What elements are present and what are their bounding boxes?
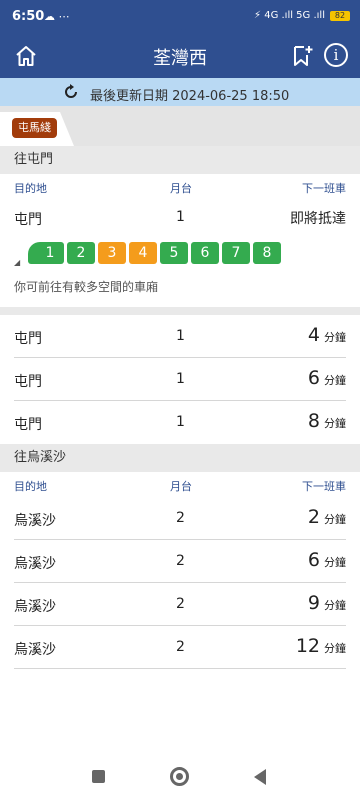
section-header-tuen-mun: 往屯門	[0, 146, 360, 174]
destination: 烏溪沙	[14, 642, 56, 658]
col-platform: 月台	[170, 480, 192, 493]
refresh-icon[interactable]	[62, 83, 80, 105]
train-row: 烏溪沙 2 6 分鐘	[14, 540, 346, 583]
column-headers: 目的地 月台 下一班車	[0, 176, 360, 196]
info-icon[interactable]: i	[324, 43, 348, 67]
section-header-wu-kai-sha: 往烏溪沙	[0, 444, 360, 472]
train-row: 烏溪沙 2 9 分鐘	[14, 583, 346, 626]
divider	[0, 307, 360, 315]
eta-unit: 分鐘	[324, 513, 346, 526]
col-destination: 目的地	[14, 480, 47, 493]
eta: 即將抵達	[290, 205, 346, 227]
train-row: 屯門 1 即將抵達	[14, 196, 346, 239]
col-next-train: 下一班車	[302, 182, 346, 195]
col-next-train: 下一班車	[302, 480, 346, 493]
col-platform: 月台	[170, 182, 192, 195]
signal-icons: ⚡ 4G .ıll 5G .ıll	[254, 10, 325, 21]
eta-minutes: 12	[295, 635, 320, 657]
eta: 4 分鐘	[308, 324, 346, 346]
col-destination: 目的地	[14, 182, 47, 195]
home-button[interactable]	[170, 767, 189, 786]
status-notification-icons: ☁ ⋯	[44, 10, 70, 23]
column-headers: 目的地 月台 下一班車	[0, 474, 360, 494]
line-tab-strip: 屯馬綫	[0, 106, 360, 146]
eta-minutes: 9	[307, 592, 320, 614]
destination: 烏溪沙	[14, 556, 56, 572]
eta-unit: 分鐘	[324, 331, 346, 344]
destination: 烏溪沙	[14, 599, 56, 615]
status-right-icons: ⚡ 4G .ıll 5G .ıll 82	[254, 10, 350, 21]
platform: 2	[176, 639, 185, 655]
update-bar: 最後更新日期 2024-06-25 18:50	[0, 78, 360, 106]
platform: 1	[176, 209, 185, 225]
eta-minutes: 6	[307, 549, 320, 571]
eta: 6 分鐘	[308, 367, 346, 389]
eta: 6 分鐘	[308, 549, 346, 571]
bookmark-add-icon[interactable]	[290, 44, 314, 72]
eta: 9 分鐘	[308, 592, 346, 614]
car-4: 4	[129, 242, 157, 264]
platform: 2	[176, 553, 185, 569]
car-hint-text: 你可前往有較多空間的車廂	[14, 280, 159, 294]
destination: 烏溪沙	[14, 513, 56, 529]
eta-unit: 分鐘	[324, 556, 346, 569]
eta-minutes: 2	[307, 506, 320, 528]
platform: 1	[176, 328, 185, 344]
eta-unit: 分鐘	[324, 417, 346, 430]
car-6: 6	[191, 242, 219, 264]
system-nav-bar	[0, 756, 360, 800]
direction-arrow-icon: ◢	[14, 258, 21, 267]
eta: 8 分鐘	[308, 410, 346, 432]
status-bar: 6:50 ☁ ⋯ ⚡ 4G .ıll 5G .ıll 82	[0, 0, 360, 34]
battery-icon: 82	[330, 10, 350, 21]
eta-minutes: 6	[307, 367, 320, 389]
car-7: 7	[222, 242, 250, 264]
line-badge[interactable]: 屯馬綫	[12, 118, 57, 138]
platform: 1	[176, 371, 185, 387]
platform: 2	[176, 510, 185, 526]
back-button[interactable]	[254, 769, 266, 785]
car-1: 1	[28, 242, 64, 264]
platform: 1	[176, 414, 185, 430]
train-row: 烏溪沙 2 2 分鐘	[14, 497, 346, 540]
train-row: 屯門 1 6 分鐘	[14, 358, 346, 401]
app-bar: 荃灣西 i	[0, 34, 360, 78]
destination: 屯門	[14, 212, 42, 228]
destination: 屯門	[14, 417, 42, 433]
eta-unit: 分鐘	[324, 374, 346, 387]
eta-minutes: 4	[307, 324, 320, 346]
status-time: 6:50	[12, 9, 45, 24]
platform: 2	[176, 596, 185, 612]
train-row: 屯門 1 4 分鐘	[14, 315, 346, 358]
train-row: 屯門 1 8 分鐘	[14, 401, 346, 444]
eta: 2 分鐘	[308, 506, 346, 528]
car-2: 2	[67, 242, 95, 264]
car-3: 3	[98, 242, 126, 264]
eta-text: 即將抵達	[290, 211, 346, 227]
eta-unit: 分鐘	[324, 599, 346, 612]
recents-button[interactable]	[92, 770, 105, 783]
last-updated-text: 最後更新日期 2024-06-25 18:50	[90, 89, 290, 104]
destination: 屯門	[14, 374, 42, 390]
eta-minutes: 8	[307, 410, 320, 432]
car-5: 5	[160, 242, 188, 264]
train-row: 烏溪沙 2 12 分鐘	[14, 626, 346, 669]
eta-unit: 分鐘	[324, 642, 346, 655]
destination: 屯門	[14, 331, 42, 347]
eta: 12 分鐘	[296, 635, 346, 657]
car-8: 8	[253, 242, 281, 264]
